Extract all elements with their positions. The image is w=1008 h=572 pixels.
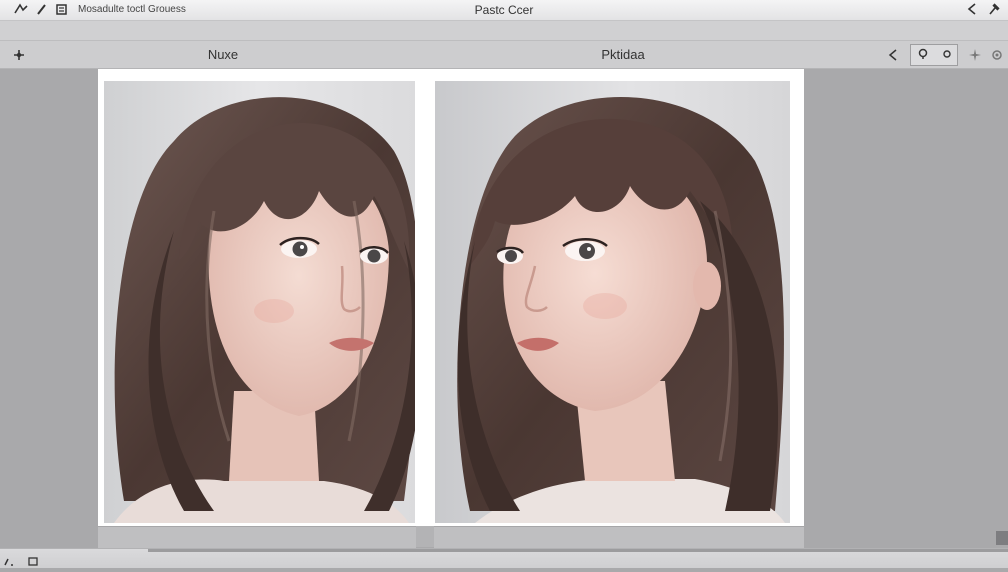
preview-image-panel[interactable] <box>435 81 790 523</box>
shape-icon[interactable] <box>4 554 18 572</box>
original-image-panel[interactable] <box>104 81 415 523</box>
zoom-control[interactable] <box>910 44 958 66</box>
portrait-illustration-left <box>114 97 415 523</box>
preview-label: Pktidaa <box>601 47 645 62</box>
zoom-control-icon <box>918 48 930 63</box>
view-bar: Nuxe Pktidaa <box>0 41 1008 69</box>
play-back-icon[interactable] <box>882 45 904 65</box>
title-right-controls <box>966 2 1000 21</box>
image-canvas[interactable] <box>98 69 804 547</box>
left-view-label: Nuxe <box>207 47 239 62</box>
square-icon[interactable] <box>28 554 38 572</box>
status-line <box>148 549 1008 552</box>
left-panel-footer <box>98 526 416 548</box>
settings-icon[interactable] <box>986 45 1008 65</box>
app-title: Pastc Ccer <box>474 3 534 17</box>
title-bar: Mosadulte toctl Grouess Pastc Ccer <box>0 0 1008 21</box>
zoom-dot-icon <box>942 49 951 61</box>
view-controls <box>882 44 1008 66</box>
scroll-thumb[interactable] <box>996 531 1008 545</box>
bottom-tools <box>4 554 38 572</box>
toolbar <box>0 21 1008 41</box>
panel-divider <box>416 526 434 547</box>
right-panel-footer <box>434 526 804 548</box>
pin-icon[interactable] <box>988 2 1000 21</box>
sparkle-icon[interactable] <box>964 45 986 65</box>
back-arrow-icon[interactable] <box>966 2 978 21</box>
portrait-illustration-right <box>457 97 785 523</box>
